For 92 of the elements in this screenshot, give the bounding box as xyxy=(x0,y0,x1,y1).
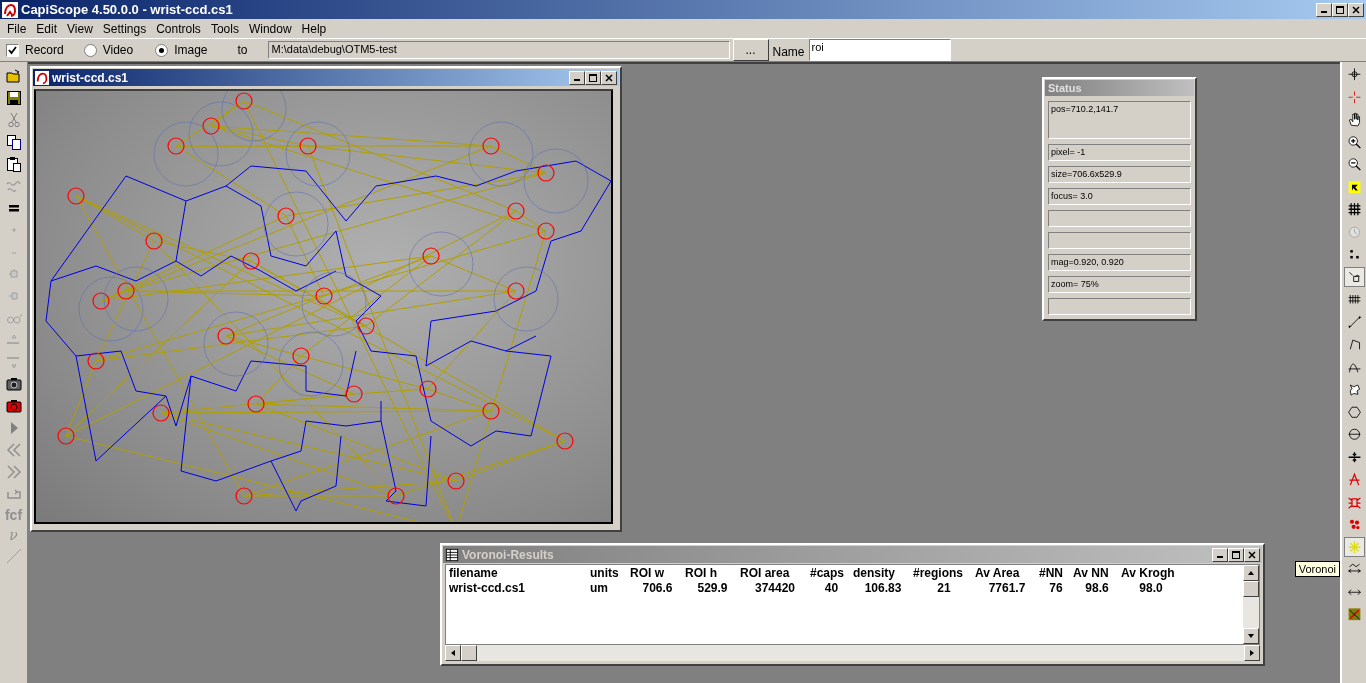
browse-button[interactable]: ... xyxy=(732,39,769,61)
menu-item[interactable]: File xyxy=(2,21,32,36)
app-logo-icon xyxy=(35,70,49,85)
maximize-button[interactable] xyxy=(585,70,601,85)
table-cell-text: um xyxy=(590,581,609,596)
camera-icon[interactable] xyxy=(5,376,22,392)
table-cell-text: 98.6 xyxy=(1084,581,1110,596)
save-icon[interactable] xyxy=(5,90,22,106)
camera-icon[interactable] xyxy=(5,398,22,414)
maximize-icon xyxy=(589,73,597,82)
voronoi-icon[interactable] xyxy=(1344,537,1364,556)
column-header: #regions xyxy=(913,566,975,581)
results-window-title: Voronoi-Results xyxy=(462,547,554,562)
tooltip: Voronoi xyxy=(1294,561,1340,577)
mode-label: Video xyxy=(102,43,134,57)
table-cell-text: 76 xyxy=(1048,581,1064,596)
close-button[interactable] xyxy=(1348,2,1364,17)
table-cell-text: 7761.7 xyxy=(987,581,1027,596)
maximize-button[interactable] xyxy=(1332,2,1348,17)
mode-radio-button[interactable] xyxy=(155,43,169,57)
app-logo-icon xyxy=(2,1,18,18)
status-field: mag=0.920, 0.920 xyxy=(1048,254,1191,271)
horizontal-scrollbar[interactable] xyxy=(445,645,1260,661)
scrollbar-thumb[interactable] xyxy=(1243,581,1259,597)
up-arrow-icon xyxy=(1248,571,1254,575)
right-arrow-icon xyxy=(1250,650,1254,656)
close-icon xyxy=(1352,5,1360,14)
table-cell-text: 374420 xyxy=(753,581,796,596)
table-cell-text: 106.83 xyxy=(863,581,903,596)
status-field: focus= 3.0 xyxy=(1048,188,1191,205)
table-icon xyxy=(445,547,459,562)
vertical-scrollbar[interactable] xyxy=(1243,565,1259,644)
column-header: Av NN xyxy=(1073,566,1121,581)
menu-item[interactable]: View xyxy=(62,21,98,36)
menu-item[interactable]: Help xyxy=(296,21,332,36)
column-header: units xyxy=(590,566,630,581)
table-cell-text: 21 xyxy=(936,581,952,596)
menu-item[interactable]: Window xyxy=(243,21,297,36)
record-label: Record xyxy=(25,43,64,57)
menu-item[interactable]: Controls xyxy=(151,21,206,36)
column-header: Av Area xyxy=(975,566,1039,581)
status-title: Status xyxy=(1045,80,1194,96)
menu-item[interactable]: Settings xyxy=(97,21,152,36)
column-header: density xyxy=(853,566,913,581)
table-cell-text: 98.0 xyxy=(1138,581,1164,596)
down-arrow-icon xyxy=(1248,634,1254,638)
close-icon xyxy=(1248,550,1256,559)
copy-icon[interactable] xyxy=(5,134,22,150)
maximize-button[interactable] xyxy=(1228,547,1244,562)
status-field: size=706.6x529.9 xyxy=(1048,166,1191,183)
left-arrow-icon xyxy=(451,650,455,656)
mode-label: Image xyxy=(174,43,208,57)
column-header: #caps xyxy=(810,566,853,581)
name-field[interactable]: roi xyxy=(808,39,951,61)
column-header: filename xyxy=(449,566,590,581)
mode-radio-button[interactable] xyxy=(83,43,97,57)
minimize-button[interactable] xyxy=(1212,547,1228,562)
status-field: zoom= 75% xyxy=(1048,276,1191,293)
scrollbar-thumb[interactable] xyxy=(461,645,477,661)
to-label: to xyxy=(237,43,249,57)
table-cell: wrist-ccd.cs1 xyxy=(449,581,590,596)
name-label: Name xyxy=(772,44,806,59)
clipboard-icon[interactable] xyxy=(5,156,22,172)
close-button[interactable] xyxy=(601,70,617,85)
minimize-button[interactable] xyxy=(569,70,585,85)
column-header: ROI h xyxy=(685,566,740,581)
column-header: ROI w xyxy=(630,566,685,581)
column-header: #NN xyxy=(1039,566,1073,581)
menu-item[interactable]: Edit xyxy=(31,21,63,36)
table-cell-text: 529.9 xyxy=(696,581,729,596)
window-title: CapiScope 4.50.0.0 - wrist-ccd.cs1 xyxy=(21,2,234,17)
status-field: pos=710.2,141.7 xyxy=(1048,101,1191,139)
status-field: pixel= -1 xyxy=(1048,144,1191,161)
close-icon xyxy=(605,73,613,82)
minimize-icon xyxy=(1321,11,1327,13)
table-cell-text: 706.6 xyxy=(641,581,674,596)
record-checkbox[interactable] xyxy=(6,43,19,57)
image-window-title: wrist-ccd.cs1 xyxy=(52,70,129,85)
close-button[interactable] xyxy=(1244,547,1260,562)
open-folder-icon[interactable] xyxy=(5,68,22,84)
menu-item[interactable]: Tools xyxy=(205,21,244,36)
path-field[interactable]: M:\data\debug\OTM5-test xyxy=(267,41,730,59)
table-cell-text: 40 xyxy=(823,581,840,596)
column-header: ROI area xyxy=(740,566,810,581)
column-header: Av Krogh xyxy=(1121,566,1176,581)
minimize-icon xyxy=(574,79,580,81)
maximize-icon xyxy=(1336,5,1344,14)
minimize-button[interactable] xyxy=(1316,2,1332,17)
minimize-icon xyxy=(1217,556,1223,558)
scissors-icon[interactable] xyxy=(5,112,22,128)
shape-select-icon[interactable] xyxy=(1344,267,1364,286)
maximize-icon xyxy=(1232,550,1240,559)
